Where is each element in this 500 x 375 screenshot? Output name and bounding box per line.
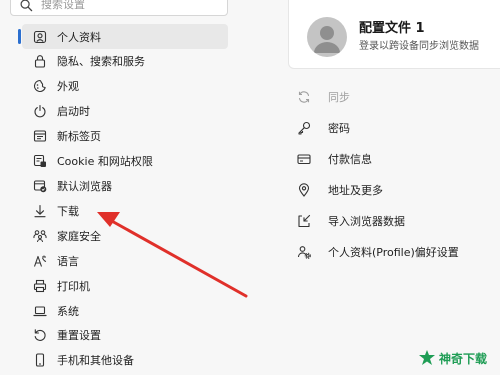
- watermark-icon: [419, 350, 435, 365]
- active-indicator: [18, 29, 21, 44]
- site-permissions-icon: [32, 153, 48, 169]
- new-tab-icon: [32, 128, 48, 144]
- settings-sidebar: 个人资料 隐私、搜索和服务 外观 启动时 新标签页 Cookie 和网站权限: [0, 0, 248, 375]
- reset-icon: [32, 327, 48, 343]
- sidebar-item-cookies[interactable]: Cookie 和网站权限: [22, 148, 228, 173]
- sidebar-item-label: 家庭安全: [57, 229, 101, 243]
- avatar-icon: [307, 17, 347, 57]
- option-payment-info[interactable]: 付款信息: [296, 149, 372, 169]
- option-label: 个人资料(Profile)偏好设置: [328, 246, 459, 259]
- sidebar-item-family-safety[interactable]: 家庭安全: [22, 223, 228, 248]
- download-icon: [32, 203, 48, 219]
- search-icon: [20, 0, 33, 16]
- sign-in-prompt[interactable]: 登录以跨设备同步浏览数据: [359, 37, 479, 52]
- sidebar-item-label: 个人资料: [57, 30, 101, 44]
- option-profile-preferences[interactable]: 个人资料(Profile)偏好设置: [296, 242, 459, 262]
- sidebar-item-reset[interactable]: 重置设置: [22, 322, 228, 347]
- option-sync: 同步: [296, 87, 350, 107]
- family-icon: [32, 228, 48, 244]
- watermark-logo: 神奇下载: [418, 346, 487, 370]
- profile-icon: [32, 29, 48, 45]
- card-icon: [296, 151, 312, 167]
- sidebar-item-phone[interactable]: 手机和其他设备: [22, 347, 228, 372]
- profile-card[interactable]: 配置文件 1 登录以跨设备同步浏览数据: [288, 0, 500, 69]
- power-icon: [32, 103, 48, 119]
- sidebar-item-label: 新标签页: [57, 129, 101, 143]
- sync-icon: [296, 89, 312, 105]
- default-browser-icon: [32, 178, 48, 194]
- sidebar-item-label: 系统: [57, 304, 79, 318]
- sidebar-item-appearance[interactable]: 外观: [22, 73, 228, 98]
- printer-icon: [32, 278, 48, 294]
- sidebar-item-label: 手机和其他设备: [57, 353, 134, 367]
- sidebar-item-startup[interactable]: 启动时: [22, 98, 228, 123]
- sidebar-item-privacy[interactable]: 隐私、搜索和服务: [22, 48, 228, 73]
- sidebar-item-label: 语言: [57, 254, 79, 268]
- sidebar-item-new-tab[interactable]: 新标签页: [22, 123, 228, 148]
- sidebar-item-label: 启动时: [57, 104, 90, 118]
- phone-icon: [32, 352, 48, 368]
- key-icon: [296, 120, 312, 136]
- sidebar-item-profile[interactable]: 个人资料: [18, 24, 228, 49]
- option-label: 导入浏览器数据: [328, 215, 405, 228]
- sidebar-item-system[interactable]: 系统: [22, 298, 228, 323]
- lock-icon: [32, 53, 48, 69]
- sidebar-item-label: 隐私、搜索和服务: [57, 54, 145, 68]
- sidebar-item-default-browser[interactable]: 默认浏览器: [22, 173, 228, 198]
- profile-prefs-icon: [296, 244, 312, 260]
- sidebar-item-label: Cookie 和网站权限: [57, 154, 153, 168]
- sidebar-item-printers[interactable]: 打印机: [22, 273, 228, 298]
- watermark-text: 神奇下载: [439, 351, 488, 366]
- search-input[interactable]: [41, 0, 211, 13]
- sidebar-item-languages[interactable]: 语言: [22, 248, 228, 273]
- sidebar-item-downloads[interactable]: 下载: [22, 198, 228, 223]
- laptop-icon: [32, 303, 48, 319]
- import-icon: [296, 213, 312, 229]
- profile-name: 配置文件 1: [359, 21, 425, 36]
- option-label: 地址及更多: [328, 184, 383, 197]
- sidebar-item-label: 重置设置: [57, 328, 101, 342]
- option-import-data[interactable]: 导入浏览器数据: [296, 211, 405, 231]
- sidebar-item-label: 默认浏览器: [57, 179, 112, 193]
- language-icon: [32, 253, 48, 269]
- sidebar-item-label: 外观: [57, 79, 79, 93]
- option-label: 付款信息: [328, 153, 372, 166]
- appearance-icon: [32, 78, 48, 94]
- search-box[interactable]: [10, 0, 228, 16]
- option-label: 同步: [328, 91, 350, 104]
- location-icon: [296, 182, 312, 198]
- sidebar-item-label: 打印机: [57, 279, 90, 293]
- option-addresses[interactable]: 地址及更多: [296, 180, 383, 200]
- sidebar-item-label: 下载: [57, 204, 79, 218]
- option-passwords[interactable]: 密码: [296, 118, 350, 138]
- option-label: 密码: [328, 122, 350, 135]
